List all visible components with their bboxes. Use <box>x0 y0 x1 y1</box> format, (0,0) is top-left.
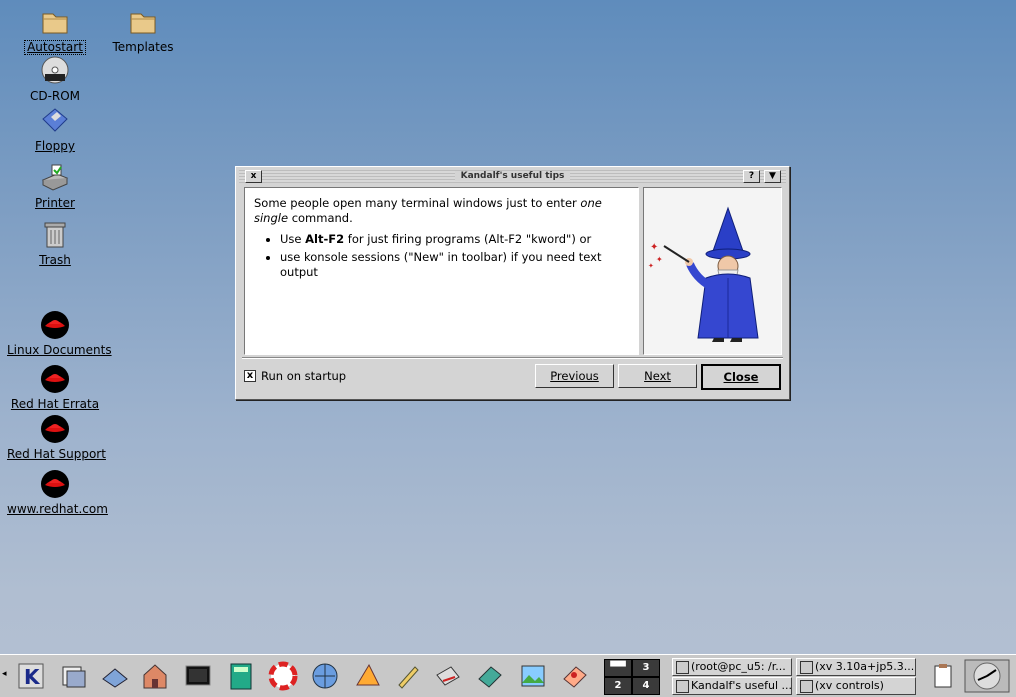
clipboard-icon[interactable] <box>928 661 958 691</box>
terminal-icon[interactable] <box>183 661 213 691</box>
paint-icon[interactable] <box>560 661 590 691</box>
redhat-icon <box>39 363 71 395</box>
office-icon[interactable] <box>353 661 383 691</box>
desktop-icon-label: Autostart <box>24 40 86 55</box>
tip-intro-end: command. <box>288 211 353 225</box>
task-label: (xv controls) <box>815 679 884 692</box>
tips-task-icon <box>676 680 689 693</box>
pager-desktop-3[interactable]: 3 <box>632 659 660 677</box>
tip-intro: Some people open many terminal windows j… <box>254 196 581 210</box>
desktop-icon-label: Red Hat Support <box>7 447 106 461</box>
desktop-icon-templates[interactable]: Templates <box>93 6 193 54</box>
pager-desktop-2[interactable]: 2 <box>604 677 632 695</box>
desktop-icon-redhat-com[interactable]: www.redhat.com <box>5 468 108 516</box>
next-button[interactable]: Next <box>618 364 697 388</box>
desktop-icon-label: Red Hat Errata <box>10 397 100 411</box>
image-viewer-icon[interactable] <box>518 661 548 691</box>
home-icon[interactable] <box>140 661 170 691</box>
svg-text:✦: ✦ <box>650 242 658 253</box>
dialog-separator <box>242 357 783 359</box>
mail-icon[interactable] <box>433 661 463 691</box>
dialog-title: Kandalf's useful tips <box>454 171 571 181</box>
calculator-icon[interactable] <box>226 661 256 691</box>
desktop-icon-label: Trash <box>39 253 71 267</box>
task-terminal[interactable]: (root@pc_u5: /r... <box>672 658 792 676</box>
desktop-icon-label: Printer <box>35 196 75 210</box>
window-list-icon[interactable] <box>58 661 88 691</box>
window-menu-icon[interactable]: ▼ <box>764 170 781 183</box>
desktop-icon-label: www.redhat.com <box>7 502 108 516</box>
spreadsheet-icon[interactable] <box>475 661 505 691</box>
svg-text:✦: ✦ <box>656 255 663 264</box>
close-button[interactable]: Close <box>701 364 781 390</box>
desktop-icon-cdrom[interactable]: CD-ROM <box>5 55 105 103</box>
cdrom-icon <box>39 55 71 87</box>
run-on-startup-label: Run on startup <box>261 369 347 383</box>
svg-text:K: K <box>24 665 41 689</box>
folder-icon <box>39 6 71 38</box>
tips-dialog: x Kandalf's useful tips ? ▼ Some people … <box>235 166 790 400</box>
desktop-icon-linux-documents[interactable]: Linux Documents <box>5 309 112 357</box>
bullet-text: for just firing programs (Alt-F2 "kword"… <box>344 232 592 246</box>
redhat-icon <box>39 413 71 445</box>
desktop-icon-label: Floppy <box>35 139 75 153</box>
desktop-icon-autostart[interactable]: Autostart <box>5 6 105 55</box>
bullet-text: use konsole sessions ("New" in toolbar) … <box>280 250 602 279</box>
desktop-icon-trash[interactable]: Trash <box>5 219 105 267</box>
pager-desktop-4[interactable]: 4 <box>632 677 660 695</box>
terminal-task-icon <box>676 661 689 674</box>
task-label: (root@pc_u5: /r... <box>691 660 786 673</box>
redhat-icon <box>39 468 71 500</box>
task-xv[interactable]: (xv 3.10a+jp5.3.... <box>796 658 916 676</box>
desktop-icon-label: CD-ROM <box>29 89 81 103</box>
kandalf-wizard-icon: ✦ ✦ ✦ <box>648 206 759 342</box>
kde-menu-icon[interactable]: K <box>16 661 46 691</box>
desktop-icon-redhat-errata[interactable]: Red Hat Errata <box>5 363 105 411</box>
floppy-icon <box>39 105 71 137</box>
tip-text-area: Some people open many terminal windows j… <box>244 187 639 355</box>
redhat-icon <box>39 309 71 341</box>
desktop-icon-floppy[interactable]: Floppy <box>5 105 105 153</box>
help-icon[interactable]: ? <box>743 170 760 183</box>
wizard-image: ✦ ✦ ✦ <box>643 187 782 355</box>
svg-text:✦: ✦ <box>648 262 654 270</box>
trash-icon <box>39 219 71 251</box>
task-xv-controls[interactable]: (xv controls) <box>796 677 916 695</box>
kde-panel: ◂ K ▀▀ 3 2 4 (root@pc_u5: /r... Kandalf'… <box>0 654 1016 697</box>
xv-task-icon <box>800 680 813 693</box>
clock-icon[interactable] <box>964 659 1010 693</box>
desktop-icon-printer[interactable]: Printer <box>5 162 105 210</box>
task-label: (xv 3.10a+jp5.3.... <box>815 660 916 673</box>
bullet-text: Use <box>280 232 306 246</box>
previous-button[interactable]: Previous <box>535 364 614 388</box>
xv-task-icon <box>800 661 813 674</box>
editor-icon[interactable] <box>393 661 423 691</box>
folder-icon <box>127 6 159 38</box>
desktop-icon-label: Linux Documents <box>7 343 112 357</box>
dialog-titlebar[interactable]: x Kandalf's useful tips ? ▼ <box>239 170 786 183</box>
tip-bullet-list: Use Alt-F2 for just firing programs (Alt… <box>254 232 632 280</box>
run-on-startup-checkbox[interactable]: x <box>244 370 256 382</box>
desktop-icon-redhat-support[interactable]: Red Hat Support <box>5 413 106 461</box>
desktop-icon[interactable] <box>100 661 130 691</box>
printer-icon <box>39 162 71 194</box>
tip-bullet: use konsole sessions ("New" in toolbar) … <box>280 250 632 280</box>
panel-scroll-left-icon[interactable]: ◂ <box>2 669 10 683</box>
bullet-strong: Alt-F2 <box>305 232 345 246</box>
tip-bullet: Use Alt-F2 for just firing programs (Alt… <box>280 232 632 247</box>
browser-icon[interactable] <box>310 661 340 691</box>
pager-desktop-1[interactable]: ▀▀ <box>604 659 632 677</box>
task-kandalf[interactable]: Kandalf's useful ... <box>672 677 792 695</box>
help-lifebuoy-icon[interactable] <box>268 661 298 691</box>
desktop-icon-label: Templates <box>112 40 174 54</box>
task-label: Kandalf's useful ... <box>691 679 792 692</box>
tip-text: Some people open many terminal windows j… <box>254 196 632 283</box>
